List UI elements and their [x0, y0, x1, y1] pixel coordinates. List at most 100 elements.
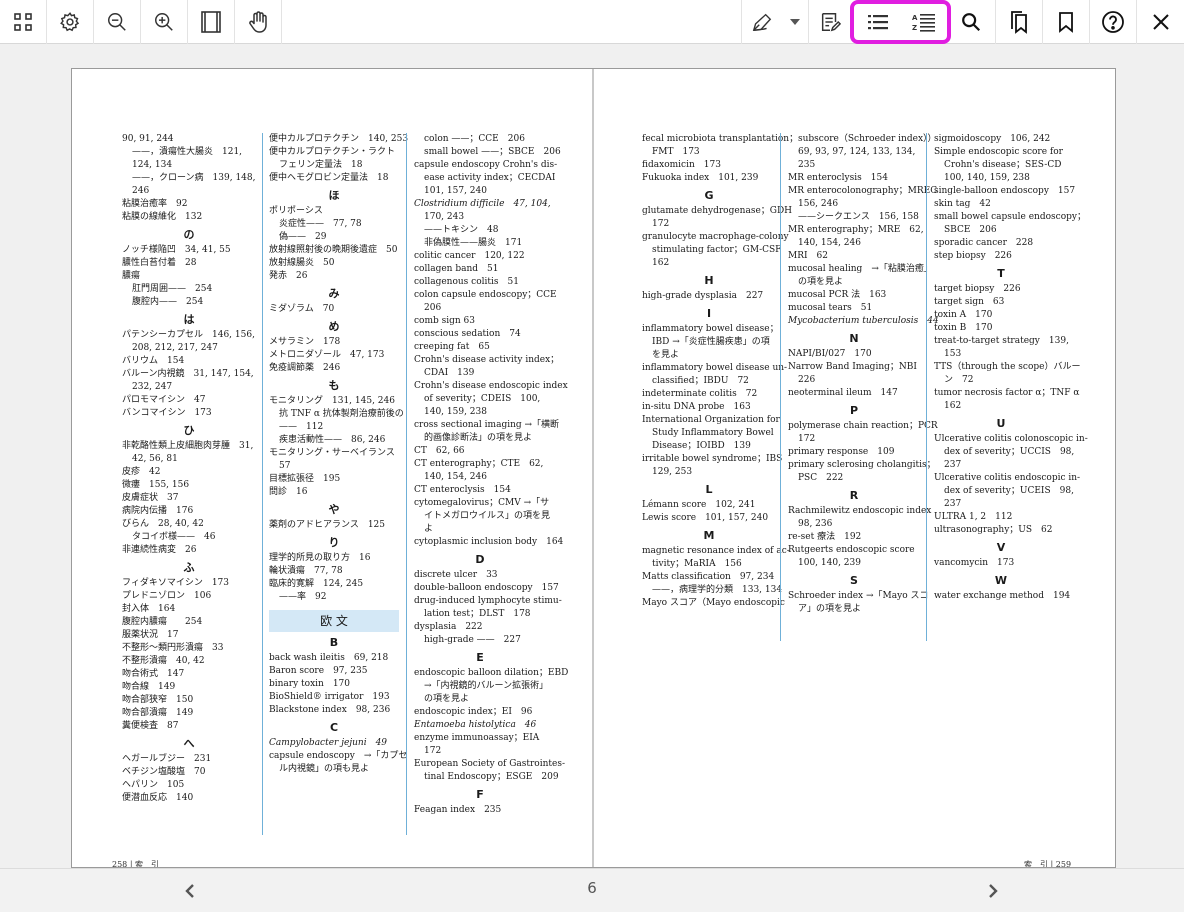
- close-icon[interactable]: [1137, 0, 1184, 44]
- search-icon[interactable]: [950, 0, 992, 44]
- index-entry: ULTRA 1, 2 112: [934, 512, 1013, 522]
- index-entry: 薬剤のアドヒアランス 125: [269, 520, 385, 530]
- index-section-heading: F: [476, 788, 484, 801]
- index-entry: primary sclerosing cholangitis；: [788, 460, 936, 470]
- index-entry: mucosal PCR 法 163: [788, 290, 887, 300]
- index-entry: stimulating factor；GM-CSF: [652, 245, 782, 255]
- grid-icon[interactable]: [0, 0, 46, 44]
- index-entry: CT 62, 66: [414, 446, 465, 456]
- index-entry: magnetic resonance index of ac-: [642, 546, 790, 556]
- index-entry: Crohn's disease activity index；: [414, 355, 560, 365]
- index-entry: 162: [652, 258, 670, 268]
- index-entry: sporadic cancer 228: [934, 238, 1034, 248]
- index-entry: 臨床的寛解 124, 245: [269, 579, 364, 589]
- index-entry: 156, 246: [798, 199, 839, 209]
- index-entry: 吻合部潰瘍 149: [122, 708, 194, 718]
- index-entry: discrete ulcer 33: [414, 570, 498, 580]
- index-entry: lation test；DLST 178: [424, 609, 531, 619]
- index-entry: 皮疹 42: [122, 467, 161, 477]
- index-entry: パテンシーカプセル 146, 156,: [122, 330, 255, 340]
- pen-icon[interactable]: [742, 0, 782, 44]
- index-entry: dysplasia 222: [414, 622, 483, 632]
- index-entry: 炎症性—— 77, 78: [279, 219, 362, 229]
- index-entry: ノッチ様陥凹 34, 41, 55: [122, 245, 231, 255]
- hand-icon[interactable]: [235, 0, 281, 44]
- index-entry: collagenous colitis 51: [414, 277, 519, 287]
- index-entry: tivity；MaRIA 156: [652, 559, 742, 569]
- zoom-in-icon[interactable]: [141, 0, 187, 44]
- index-entry: irritable bowel syndrome；IBS: [642, 454, 783, 464]
- index-entry: dex of severity；UCCIS 98,: [944, 447, 1075, 457]
- index-entry: step biopsy 226: [934, 251, 1012, 261]
- chevron-down-icon[interactable]: [782, 0, 808, 44]
- index-entry: メサラミン 178: [269, 337, 341, 347]
- index-entry: よ: [424, 524, 434, 534]
- index-entry: 病院内伝播 176: [122, 506, 194, 516]
- help-icon[interactable]: [1090, 0, 1136, 44]
- index-entry: Crohn's disease endoscopic index: [414, 381, 568, 391]
- index-entry: 糞便検査 87: [122, 721, 179, 731]
- index-entry: enzyme immunoassay；EIA: [414, 733, 540, 743]
- index-section-heading: B: [329, 636, 339, 649]
- gear-icon[interactable]: [47, 0, 93, 44]
- index-entry: ア」の項を見よ: [798, 604, 862, 614]
- index-entry: 不整形潰瘍 40, 42: [122, 656, 205, 666]
- index-entry: ポリポーシス: [269, 206, 323, 216]
- index-entry: Campylobacter jejuni 49: [269, 738, 388, 748]
- index-entry: colon capsule endoscopy；CCE: [414, 290, 557, 300]
- index-column: colon ——；CCE 206 small bowel ——；SBCE 206 c…: [414, 133, 568, 817]
- index-entry: ——率 92: [279, 592, 327, 602]
- index-entry: 服薬状況 17: [122, 630, 179, 640]
- index-entry: 206: [424, 303, 442, 313]
- index-entry: 封入体 164: [122, 604, 176, 614]
- index-entry: high-grade —— 227: [424, 635, 521, 645]
- index-section-heading: W: [994, 574, 1008, 587]
- index-entry: Study Inflammatory Bowel: [652, 428, 774, 438]
- index-entry: 粘膜の線維化 132: [122, 212, 203, 222]
- index-entry: target biopsy 226: [934, 284, 1021, 294]
- previous-page-button[interactable]: [176, 877, 204, 905]
- page-footer: 258 | 索 引: [112, 860, 160, 868]
- index-entry: 発赤 26: [269, 271, 308, 281]
- index-entry: indeterminate colitis 72: [642, 389, 758, 399]
- index-section-heading: も: [328, 379, 340, 392]
- index-entry: ベチジン塩酸塩 70: [122, 767, 206, 777]
- index-entry: バリウム 154: [122, 356, 185, 366]
- index-entry: skin tag 42: [934, 199, 991, 209]
- index-entry: SBCE 206: [944, 225, 997, 235]
- index-entry: 69, 93, 97, 124, 133, 134,: [798, 147, 916, 157]
- index-entry: small bowel ——；SBCE 206: [424, 147, 561, 157]
- index-column: fecal microbiota transplantation； FMT 173…: [642, 133, 798, 610]
- bookmark-icon[interactable]: [1043, 0, 1089, 44]
- index-entry: ヘガールブジー 231: [122, 754, 212, 764]
- index-section-heading: R: [849, 489, 859, 502]
- fit-page-icon[interactable]: [188, 0, 234, 44]
- zoom-out-icon[interactable]: [94, 0, 140, 44]
- index-entry: 便中カルプロテクチン・ラクト: [269, 147, 396, 157]
- index-entry: 微瘻 155, 156: [122, 480, 190, 490]
- index-entry: 理学的所見の取り方 16: [269, 553, 371, 563]
- index-entry: TTS（through the scope）バルー: [934, 362, 1081, 372]
- index-section-heading: や: [328, 503, 340, 516]
- highlight-frame: [850, 0, 951, 44]
- next-page-button[interactable]: [979, 877, 1007, 905]
- index-entry: 粘膜治癒率 92: [122, 199, 188, 209]
- bookmarks-icon[interactable]: [996, 0, 1042, 44]
- index-entry: 237: [944, 460, 962, 470]
- index-entry: 膿性白苔付着 28: [122, 258, 197, 268]
- index-entry: 便中カルプロテクチン 140, 253: [269, 134, 409, 144]
- index-column: sigmoidoscopy 106, 242 Simple endoscopic …: [934, 133, 1088, 603]
- note-icon[interactable]: [809, 0, 851, 44]
- index-entry: モニタリング 131, 145, 246: [269, 396, 395, 406]
- index-entry: 237: [944, 499, 962, 509]
- index-entry: toxin B 170: [934, 323, 993, 333]
- index-entry: Lewis score 101, 157, 240: [642, 513, 769, 523]
- index-entry: 140, 154, 246: [798, 238, 861, 248]
- index-entry: Rachmilewitz endoscopic index: [788, 506, 932, 516]
- index-entry: 吻合部狭窄 150: [122, 695, 194, 705]
- index-entry: of severity；CDEIS 100,: [424, 394, 541, 404]
- index-entry: 疾患活動性—— 86, 246: [279, 435, 386, 445]
- index-entry: 172: [424, 746, 442, 756]
- index-entry: 90, 91, 244: [122, 134, 174, 144]
- index-entry: ン 72: [944, 375, 974, 385]
